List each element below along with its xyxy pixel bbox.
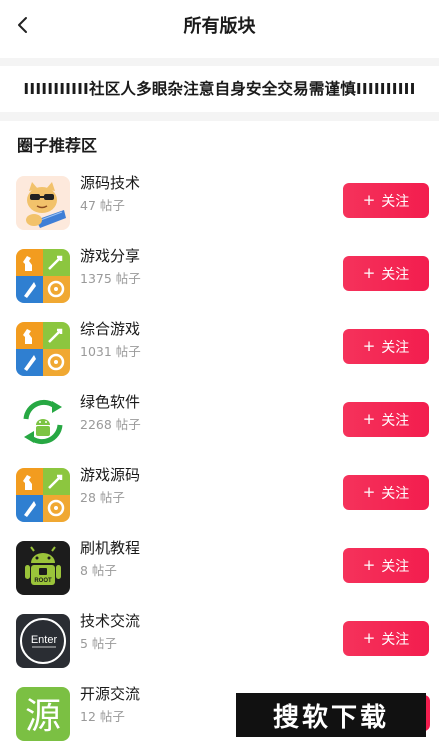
board-name: 技术交流 [80, 612, 141, 630]
follow-button[interactable]: + 关注 [343, 548, 429, 583]
game-tiles-icon [16, 249, 70, 303]
notice-banner: IIIIIIIIIII社区人多眼杂注意自身安全交易需谨慎IIIIIIIIII [23, 80, 416, 98]
post-count: 1375 帖子 [80, 271, 141, 286]
follow-label: 关注 [381, 193, 410, 210]
plus-icon: + [362, 556, 376, 574]
follow-button[interactable]: + 关注 [343, 329, 429, 364]
game-tiles-icon [16, 322, 70, 376]
divider [0, 58, 439, 66]
plus-icon: + [362, 483, 376, 501]
board-row[interactable]: 游戏源码 28 帖子 + 关注 [0, 458, 439, 531]
top-bar: 所有版块 [0, 0, 439, 50]
android-root-icon: ROOT [16, 541, 70, 595]
cartoon-cat-laptop-icon [16, 176, 70, 230]
board-row[interactable]: 绿色软件 2268 帖子 + 关注 [0, 385, 439, 458]
page-title: 所有版块 [183, 16, 256, 37]
board-list: 源码技术 47 帖子 + 关注 游戏分享 1375 帖子 + 关注 综合游戏 1… [0, 166, 439, 746]
board-name: 刷机教程 [80, 539, 141, 557]
follow-label: 关注 [381, 558, 410, 575]
post-count: 28 帖子 [80, 490, 125, 505]
root-label: ROOT [34, 578, 52, 584]
board-name: 开源交流 [80, 685, 141, 703]
board-name: 源码技术 [80, 174, 141, 192]
game-tiles-icon [16, 468, 70, 522]
watermark-overlay: 搜软下载 [236, 693, 426, 737]
board-name: 游戏源码 [80, 466, 141, 484]
post-count: 12 帖子 [80, 709, 125, 724]
board-row[interactable]: 综合游戏 1031 帖子 + 关注 [0, 312, 439, 385]
follow-button[interactable]: + 关注 [343, 402, 429, 437]
follow-label: 关注 [381, 266, 410, 283]
plus-icon: + [362, 337, 376, 355]
plus-icon: + [362, 191, 376, 209]
yuan-character: 源 [25, 696, 61, 737]
post-count: 1031 帖子 [80, 344, 141, 359]
board-name: 综合游戏 [80, 320, 141, 338]
plus-icon: + [362, 629, 376, 647]
board-row[interactable]: 源码技术 47 帖子 + 关注 [0, 166, 439, 239]
post-count: 8 帖子 [80, 563, 117, 578]
android-recycle-icon [16, 395, 70, 449]
yuan-character-icon: 源 [16, 687, 70, 741]
follow-button[interactable]: + 关注 [343, 475, 429, 510]
section-title: 圈子推荐区 [17, 136, 98, 155]
follow-label: 关注 [381, 412, 410, 429]
post-count: 2268 帖子 [80, 417, 141, 432]
plus-icon: + [362, 410, 376, 428]
board-name: 绿色软件 [80, 393, 141, 411]
follow-label: 关注 [381, 631, 410, 648]
enter-label: Enter [31, 634, 58, 646]
post-count: 47 帖子 [80, 198, 125, 213]
follow-button[interactable]: + 关注 [343, 621, 429, 656]
divider [0, 112, 439, 121]
board-row[interactable]: ROOT 刷机教程 8 帖子 + 关注 [0, 531, 439, 604]
plus-icon: + [362, 264, 376, 282]
board-row[interactable]: Enter 技术交流 5 帖子 + 关注 [0, 604, 439, 677]
follow-label: 关注 [381, 485, 410, 502]
follow-button[interactable]: + 关注 [343, 183, 429, 218]
follow-button[interactable]: + 关注 [343, 256, 429, 291]
board-name: 游戏分享 [80, 247, 141, 265]
follow-label: 关注 [381, 339, 410, 356]
board-row[interactable]: 游戏分享 1375 帖子 + 关注 [0, 239, 439, 312]
enter-circle-icon: Enter [16, 614, 70, 668]
post-count: 5 帖子 [80, 636, 117, 651]
